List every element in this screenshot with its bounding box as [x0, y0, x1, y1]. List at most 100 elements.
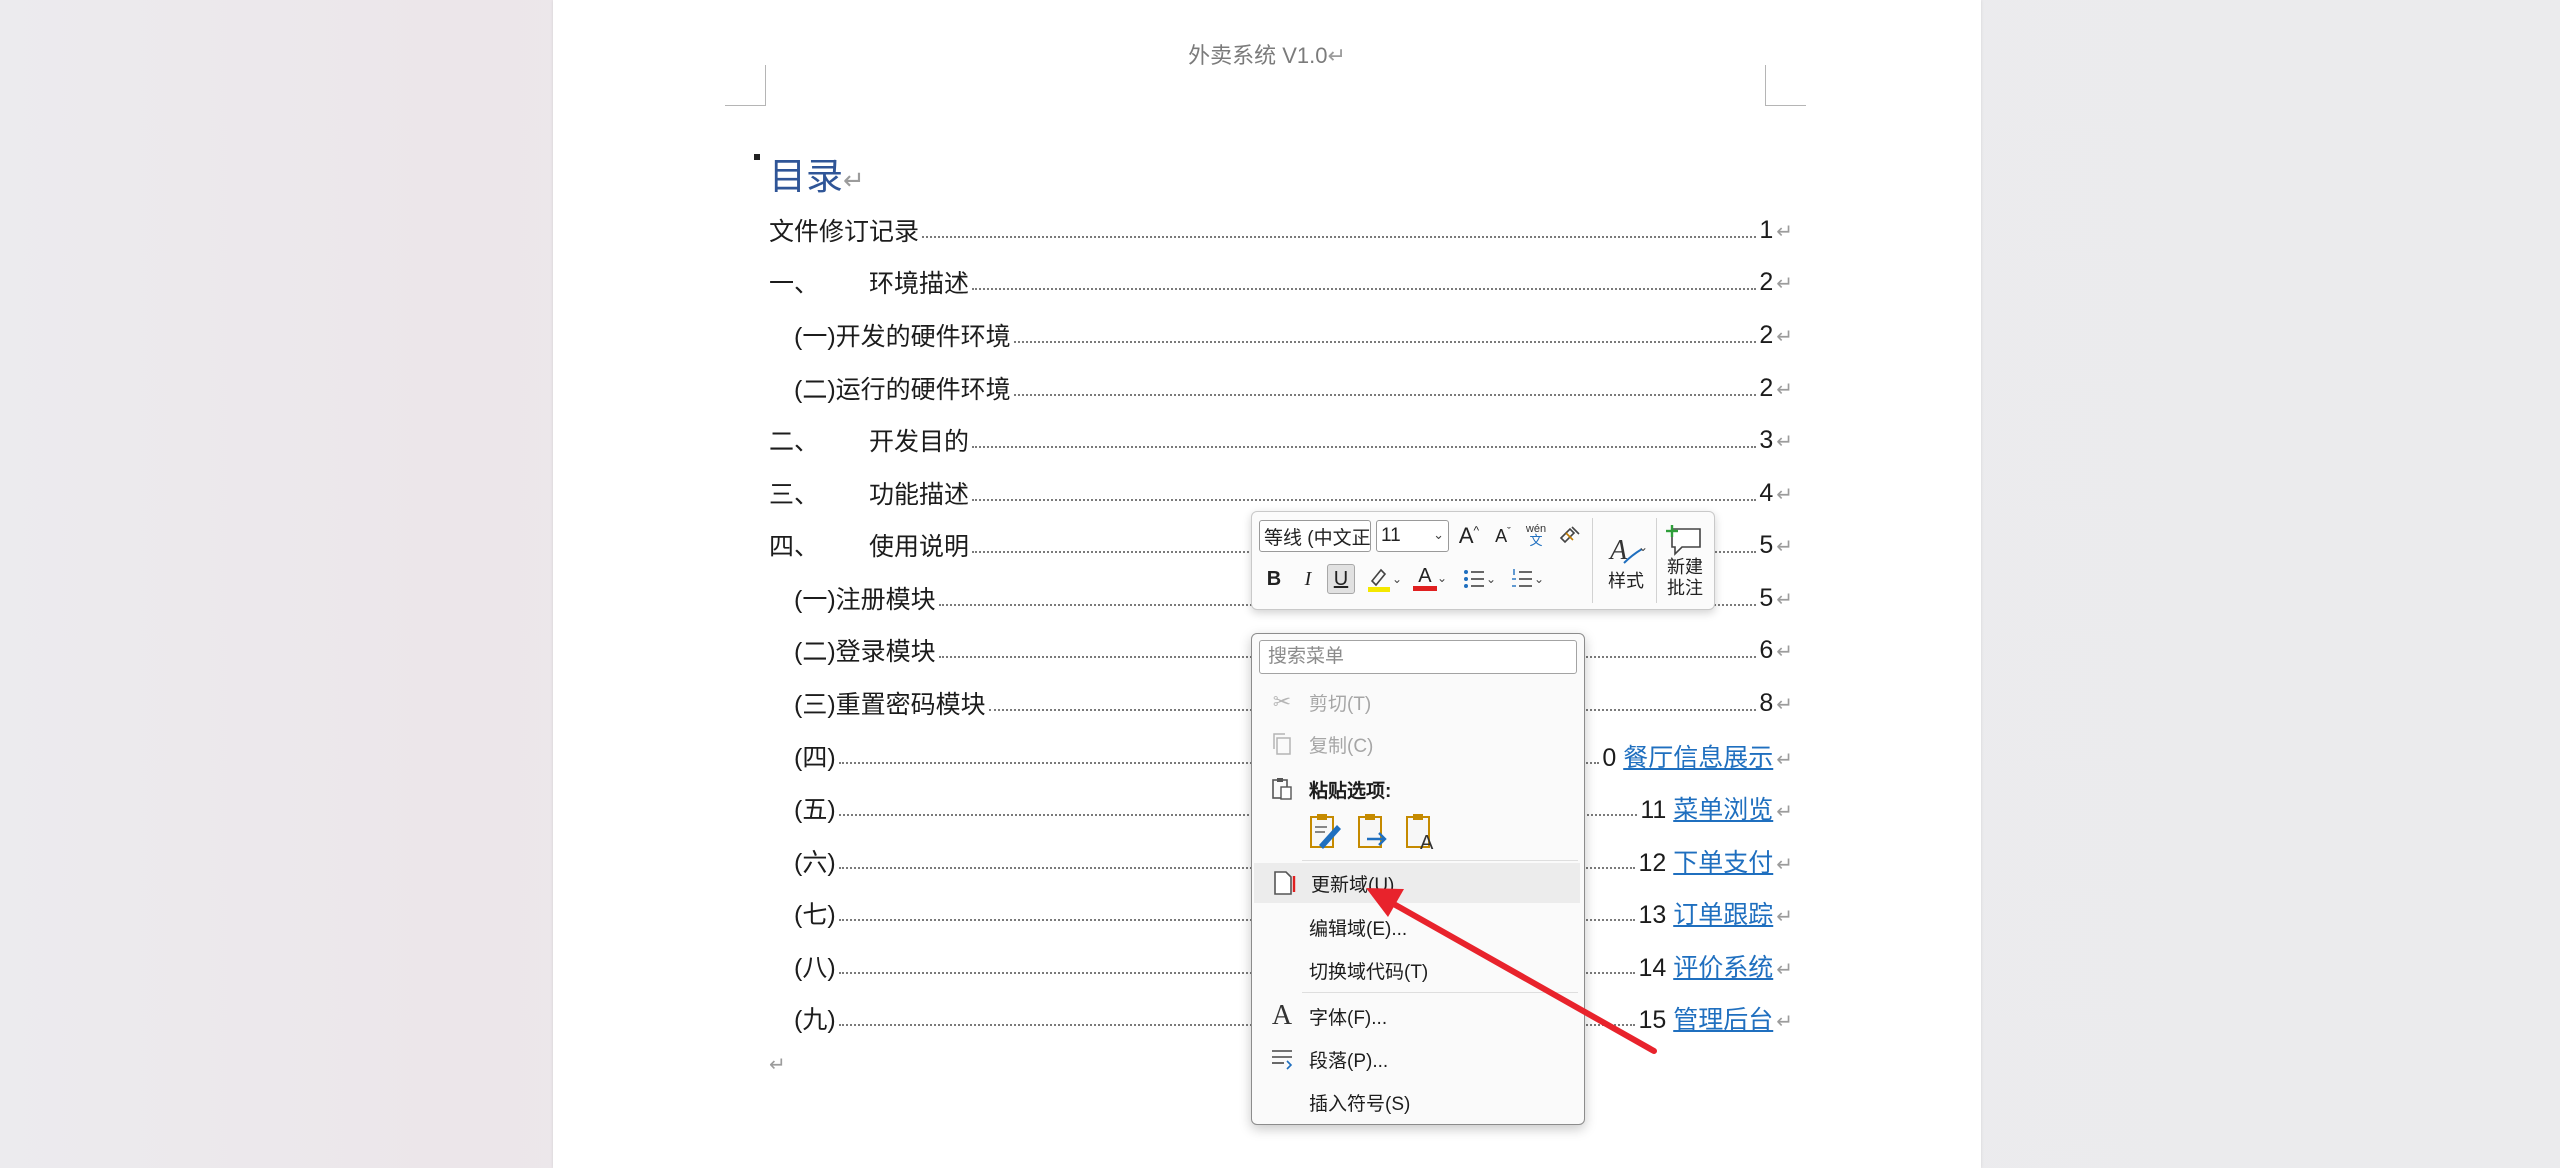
toc-leader-dots	[1013, 341, 1757, 343]
shrink-font-button[interactable]: Aˇ	[1489, 521, 1517, 551]
toc-entry-title: (一)注册模块	[794, 586, 936, 614]
bullets-button[interactable]: ⌄	[1456, 564, 1502, 594]
highlight-button[interactable]: ⌄	[1362, 564, 1406, 594]
paragraph-mark-icon: ↵	[1776, 325, 1793, 348]
chevron-down-icon: ⌄	[1533, 572, 1545, 586]
toc-entry-number: 三、	[769, 481, 820, 509]
paste-keep-formatting-icon	[1310, 814, 1341, 849]
toc-page-number: 5	[1759, 583, 1774, 612]
toc-page-number: 13	[1638, 901, 1667, 929]
copy-icon	[1268, 730, 1296, 758]
margin-corner-top-right	[1765, 65, 1806, 106]
menu-item-paragraph[interactable]: 段落(P)...	[1252, 1039, 1584, 1079]
italic-button[interactable]: I	[1294, 564, 1322, 594]
new-comment-button[interactable]: 新建 批注	[1660, 516, 1710, 606]
toc-hyperlink[interactable]: 下单支付	[1673, 849, 1773, 877]
numbering-button[interactable]: ⌄	[1504, 564, 1550, 594]
grow-font-button[interactable]: A^	[1455, 521, 1483, 551]
paste-merge-button[interactable]	[1355, 811, 1391, 851]
page-header[interactable]: 外卖系统 V1.0↵	[553, 38, 1981, 70]
menu-item-label: 插入符号(S)	[1309, 1093, 1411, 1115]
menu-item-toggle-field-codes[interactable]: 切换域代码(T)	[1252, 950, 1584, 990]
toc-entry[interactable]: 一、 环境描述 2 ↵	[769, 260, 1793, 304]
underline-button[interactable]: U	[1327, 564, 1355, 594]
menu-item-edit-field[interactable]: 编辑域(E)...	[1252, 907, 1584, 947]
toc-entry-title: (九)	[794, 1006, 836, 1034]
paragraph-mark-icon: ↵	[1776, 272, 1793, 295]
styles-label: 样式	[1608, 570, 1644, 591]
menu-item-label: 剪切(T)	[1309, 693, 1372, 715]
toc-entry-title: 使用说明	[869, 533, 970, 561]
chevron-down-icon: ⌄	[1485, 572, 1497, 586]
menu-item-font[interactable]: A 字体(F)...	[1252, 996, 1584, 1036]
menu-item-cut[interactable]: ✂ 剪切(T)	[1252, 682, 1584, 722]
toc-entry-title: (一)开发的硬件环境	[794, 323, 1011, 351]
toc-leader-dots	[972, 446, 1757, 448]
menu-item-insert-symbol[interactable]: 插入符号(S)	[1252, 1082, 1584, 1122]
menu-item-update-field[interactable]: 更新域(U)	[1254, 863, 1580, 903]
paragraph-mark-icon: ↵	[843, 165, 865, 195]
styles-button[interactable]: A ⌄ 样式	[1598, 518, 1654, 604]
toc-entry[interactable]: 二、 开发目的 3 ↵	[769, 418, 1793, 462]
toc-hyperlink[interactable]: 评价系统	[1673, 954, 1773, 982]
phonetic-guide-icon-bottom: 文	[1529, 533, 1543, 548]
toc-entry-title: (二)运行的硬件环境	[794, 376, 1011, 404]
styles-icon: A ⌄	[1608, 535, 1646, 566]
toc-entry-title: 环境描述	[869, 270, 970, 298]
bullet-icon	[754, 154, 760, 160]
toc-hyperlink[interactable]: 订单跟踪	[1673, 901, 1773, 929]
toc-entry-tail: 12 下单支付 ↵	[1638, 843, 1793, 879]
toc-heading-text: 目录	[769, 156, 843, 197]
toc-entry[interactable]: (二)运行的硬件环境 2 ↵	[794, 366, 1793, 410]
toc-hyperlink[interactable]: 菜单浏览	[1673, 796, 1773, 824]
phonetic-guide-button[interactable]: wén 文	[1522, 520, 1550, 550]
paragraph-mark-icon: ↵	[1776, 906, 1793, 928]
toc-entry-tail: 8 ↵	[1759, 689, 1793, 718]
bold-button[interactable]: B	[1260, 564, 1288, 594]
menu-item-label: 粘贴选项:	[1309, 780, 1392, 802]
menu-item-label: 更新域(U)	[1311, 874, 1395, 896]
toc-hyperlink[interactable]: 管理后台	[1673, 1006, 1773, 1034]
toc-entry[interactable]: 三、 功能描述 4 ↵	[769, 471, 1793, 515]
toc-entry-title: 开发目的	[869, 428, 970, 456]
underline-icon: U	[1333, 567, 1349, 590]
toc-page-number: 1	[1759, 215, 1774, 244]
toc-entry-tail: 1 ↵	[1759, 216, 1793, 245]
paste-keep-source-button[interactable]	[1307, 811, 1343, 851]
toc-entry[interactable]: 文件修订记录 1 ↵	[769, 208, 1793, 252]
toc-leader-dots	[1013, 394, 1757, 396]
toc-heading[interactable]: 目录↵	[769, 146, 865, 200]
toolbar-divider	[1592, 518, 1593, 603]
toc-entry-title: (三)重置密码模块	[794, 691, 986, 719]
toc-hyperlink[interactable]: 餐厅信息展示	[1623, 744, 1773, 772]
toc-entry-tail: 5 ↵	[1759, 531, 1793, 560]
toc-leader-dots	[972, 288, 1757, 290]
font-size-select[interactable]: 11 ⌄	[1376, 520, 1449, 552]
toc-page-number: 8	[1759, 688, 1774, 717]
font-name-select[interactable]: 等线 (中文正 ⌄	[1259, 520, 1371, 552]
paragraph-mark-icon: ↵	[1776, 535, 1793, 558]
format-painter-button[interactable]	[1556, 521, 1584, 551]
toc-entry-title: (五)	[794, 796, 836, 824]
toc-entry-tail: 4 ↵	[1759, 479, 1793, 508]
toc-entry-tail: 14 评价系统 ↵	[1638, 948, 1793, 984]
paragraph-mark-icon: ↵	[1776, 430, 1793, 453]
toc-page-number: 0	[1602, 744, 1617, 772]
toc-entry[interactable]: (一)开发的硬件环境 2 ↵	[794, 313, 1793, 357]
toc-entry-tail: 13 订单跟踪 ↵	[1638, 895, 1793, 931]
paste-text-only-button[interactable]: A	[1403, 811, 1439, 854]
paste-options-header: 粘贴选项:	[1252, 769, 1584, 809]
toc-entry-number: 二、	[769, 428, 820, 456]
toc-page-number: 6	[1759, 635, 1774, 664]
toc-entry-tail: 2 ↵	[1759, 374, 1793, 403]
new-comment-icon	[1666, 525, 1701, 556]
toc-page-number: 4	[1759, 478, 1774, 507]
paragraph-mark-icon: ↵	[1776, 1011, 1793, 1033]
font-color-button[interactable]: A ⌄	[1408, 562, 1452, 594]
paragraph-mark-icon: ↵	[1327, 43, 1346, 68]
menu-item-label: 编辑域(E)...	[1309, 918, 1408, 940]
menu-search-input[interactable]	[1259, 640, 1577, 674]
clipboard-icon	[1268, 775, 1296, 803]
toc-entry-title: (八)	[794, 954, 836, 982]
menu-item-copy[interactable]: 复制(C)	[1252, 724, 1584, 764]
